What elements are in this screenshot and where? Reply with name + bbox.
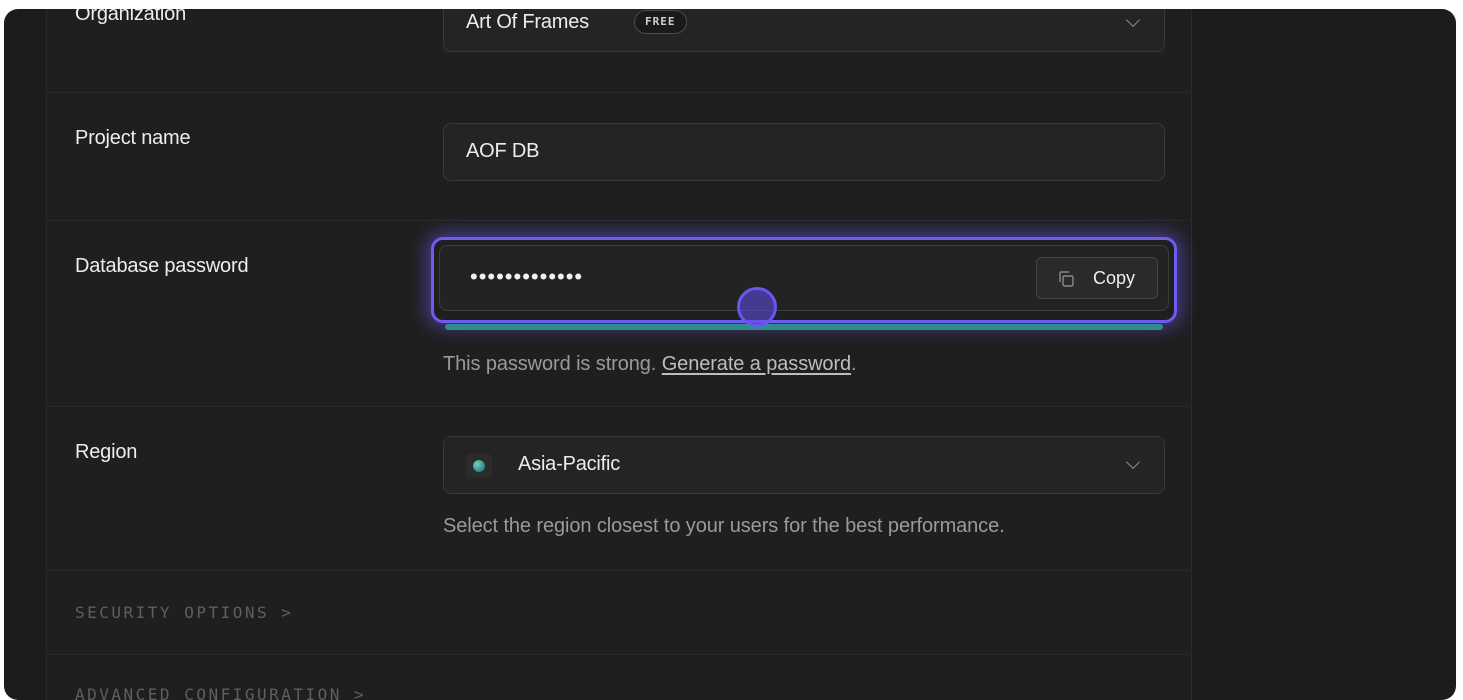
region-label: Region	[75, 441, 138, 463]
security-options-toggle[interactable]: SECURITY OPTIONS >	[75, 603, 293, 622]
app-window: Organization Art Of Frames FREE Project …	[4, 9, 1456, 700]
organization-row: Organization Art Of Frames FREE	[47, 9, 1193, 93]
organization-select[interactable]: Art Of Frames FREE	[443, 9, 1165, 52]
globe-icon	[466, 454, 492, 478]
organization-value: Art Of Frames	[466, 11, 589, 33]
advanced-configuration-toggle[interactable]: ADVANCED CONFIGURATION >	[75, 685, 366, 700]
plan-badge: FREE	[634, 10, 687, 34]
region-value: Asia-Pacific	[518, 453, 621, 475]
project-name-row: Project name AOF DB	[47, 93, 1193, 221]
password-help-text: This password is strong. Generate a pass…	[443, 353, 857, 376]
database-password-label: Database password	[75, 255, 249, 277]
chevron-down-icon	[1125, 12, 1141, 28]
project-name-label: Project name	[75, 127, 191, 149]
database-password-input[interactable]: ••••••••••••• Copy	[439, 245, 1169, 311]
project-name-value: AOF DB	[466, 140, 540, 162]
region-row: Region Asia-Pacific Select the region cl…	[47, 407, 1193, 571]
project-name-input[interactable]: AOF DB	[443, 123, 1165, 181]
copy-button-label: Copy	[1093, 268, 1136, 288]
pointer-cursor	[737, 287, 777, 327]
password-strength-bar	[445, 324, 1163, 330]
security-options-row: SECURITY OPTIONS >	[47, 571, 1193, 655]
advanced-configuration-row: ADVANCED CONFIGURATION >	[47, 655, 1193, 700]
password-masked-value: •••••••••••••	[470, 264, 584, 289]
chevron-down-icon	[1125, 454, 1141, 470]
copy-password-button[interactable]: Copy	[1036, 257, 1158, 299]
create-project-form: Organization Art Of Frames FREE Project …	[46, 9, 1193, 700]
copy-icon	[1059, 271, 1074, 287]
password-help-suffix: .	[851, 353, 857, 375]
region-help-text: Select the region closest to your users …	[443, 515, 1005, 537]
organization-label: Organization	[75, 9, 186, 25]
generate-password-link[interactable]: Generate a password	[662, 353, 851, 375]
password-strength-message: This password is strong.	[443, 353, 657, 375]
region-select[interactable]: Asia-Pacific	[443, 436, 1165, 494]
